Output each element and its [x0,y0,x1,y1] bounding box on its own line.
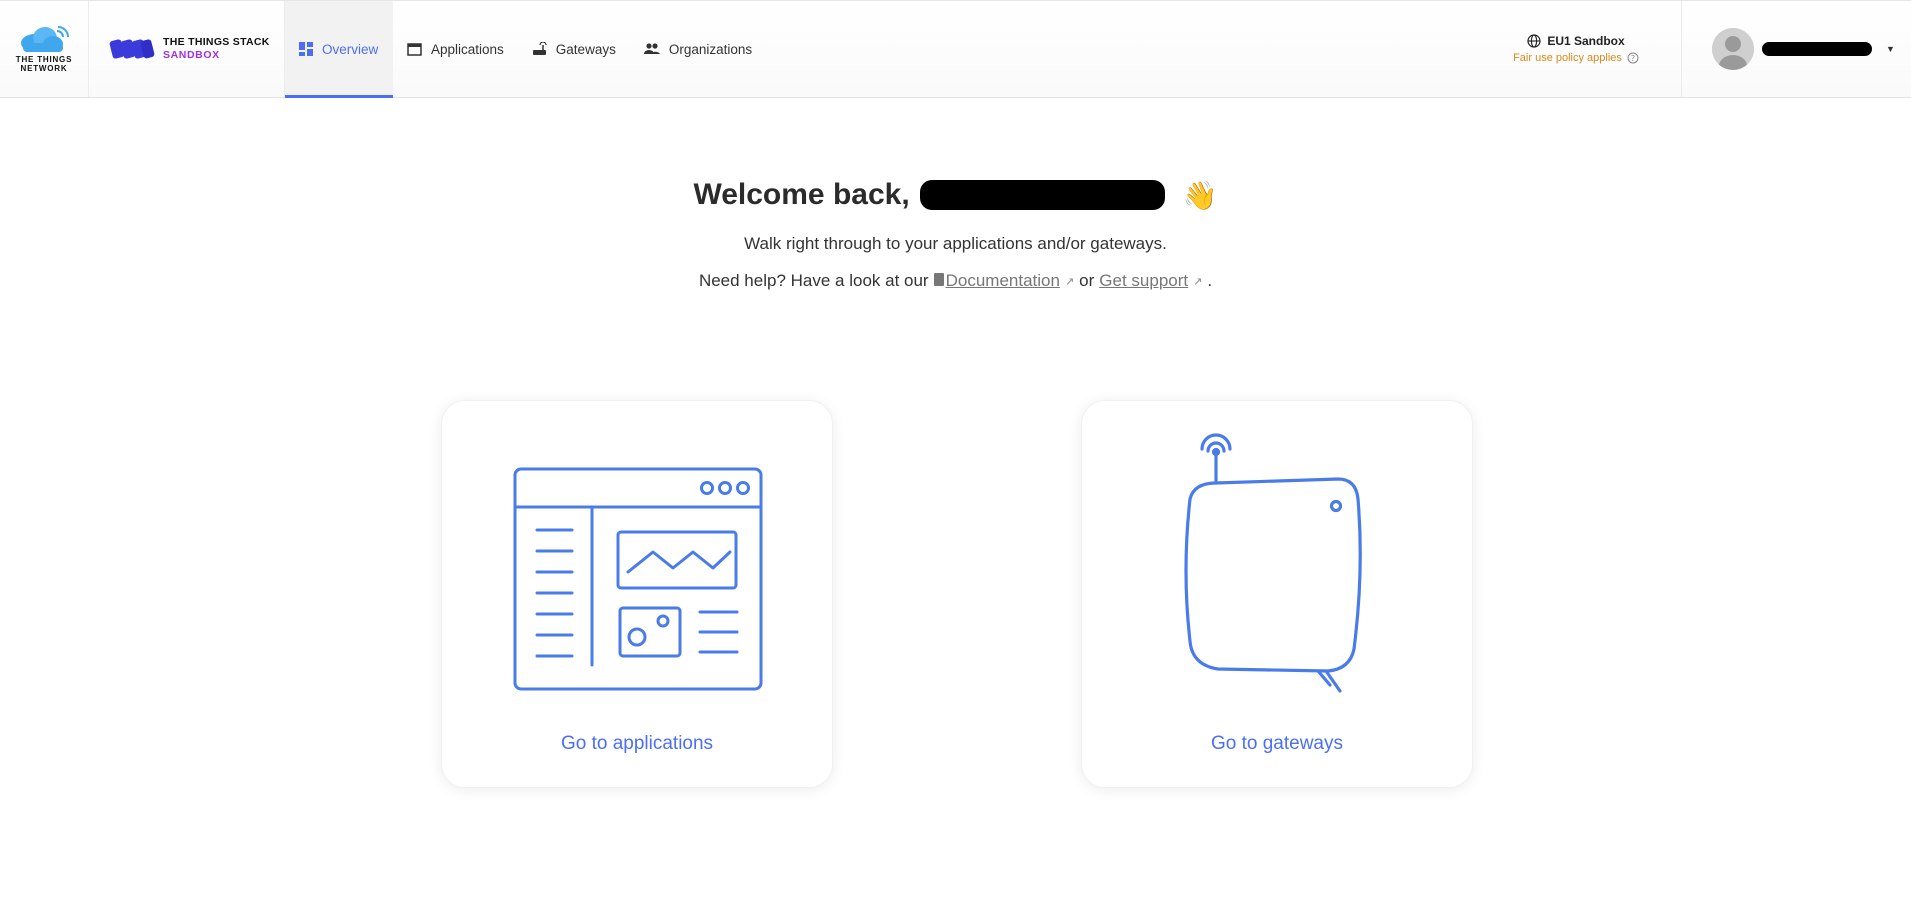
nav-gateways[interactable]: Gateways [518,1,630,97]
tts-cards-logo-icon [109,39,155,59]
nav-overview-label: Overview [322,41,379,57]
help-circle-icon: ? [1627,52,1639,64]
globe-icon [1527,34,1541,48]
ttn-brand-text: THE THINGS NETWORK [15,55,73,73]
cluster-info[interactable]: EU1 Sandbox Fair use policy applies ? [1471,1,1681,97]
fair-use-notice[interactable]: Fair use policy applies ? [1513,52,1639,64]
documentation-link-label: Documentation [945,271,1060,290]
external-link-icon: ↗ [1193,275,1203,288]
redacted-username [1762,42,1872,56]
welcome-text: Welcome back, [693,178,910,211]
gateways-card[interactable]: Go to gateways [1081,400,1473,788]
svg-text:?: ? [1631,54,1635,63]
help-prefix: Need help? Have a look at our [698,271,929,290]
go-to-applications-label[interactable]: Go to applications [442,733,832,755]
avatar [1712,28,1754,70]
chevron-down-icon: ▼ [1886,44,1895,54]
nav-organizations-label: Organizations [668,41,753,57]
or-text: or [1079,271,1095,290]
nav-organizations[interactable]: Organizations [630,1,766,97]
welcome-heading: Welcome back, 👋 [0,178,1911,212]
get-support-link[interactable]: Get support [1099,271,1188,291]
applications-card[interactable]: Go to applications [441,400,833,788]
cluster-name: EU1 Sandbox [1547,34,1625,48]
application-dashboard-illustration-icon [513,467,763,691]
nav-applications-label: Applications [431,41,504,57]
user-avatar-icon [1712,28,1754,70]
gateway-device-illustration-icon [1184,433,1362,693]
user-menu[interactable]: ▼ [1681,1,1911,97]
main-nav: Overview Applications Gateways Organizat… [285,1,766,98]
documentation-link[interactable]: Documentation [933,271,1060,291]
ttn-logo[interactable]: THE THINGS NETWORK [0,1,89,97]
fair-use-text: Fair use policy applies [1513,52,1622,64]
go-to-gateways-label[interactable]: Go to gateways [1082,733,1472,755]
router-icon [532,42,547,55]
book-icon [933,273,944,286]
overview-icon [299,42,313,56]
nav-applications[interactable]: Applications [393,1,518,97]
application-window-icon [407,42,422,56]
top-navigation-bar: THE THINGS NETWORK THE THINGS STACK SAND… [0,0,1911,98]
cloud-logo-icon [21,26,69,52]
tts-sandbox-label: SANDBOX [163,49,220,61]
overview-content: Welcome back, 👋 Walk right through to yo… [0,98,1911,291]
overview-cards: Go to applications Go to gateways [0,400,1911,790]
help-line: Need help? Have a look at our Documentat… [0,271,1911,291]
wave-emoji-icon: 👋 [1182,179,1218,211]
tts-logo[interactable]: THE THINGS STACK SANDBOX [89,1,285,97]
nav-overview[interactable]: Overview [285,1,393,98]
people-icon [643,43,660,54]
redacted-user-name [919,180,1165,210]
tts-title: THE THINGS STACK [163,36,270,48]
help-period: . [1207,271,1213,290]
nav-gateways-label: Gateways [555,41,616,57]
welcome-subtitle: Walk right through to your applications … [744,234,1167,253]
external-link-icon: ↗ [1064,275,1075,288]
